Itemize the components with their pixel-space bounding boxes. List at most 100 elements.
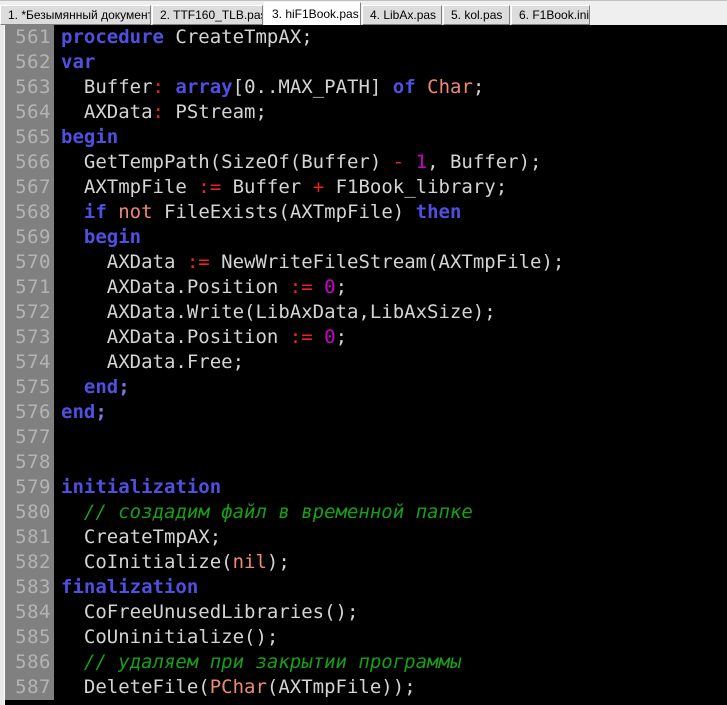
code-line[interactable]: 574 AXData.Free; — [5, 350, 727, 375]
code-text-area[interactable]: 561 procedure CreateTmpAX; 562 var 563 Buffe… — [5, 25, 727, 705]
code-token-plain: CreateTmpAX; — [163, 26, 313, 48]
code-editor[interactable]: 561 procedure CreateTmpAX; 562 var 563 Buffe… — [0, 25, 727, 705]
code-token-plain: , Buffer); — [427, 151, 542, 173]
code-line[interactable]: 585 CoUninitialize(); — [5, 625, 727, 650]
code-token-kw: end — [61, 401, 96, 423]
editor-tab-bar[interactable]: 1. *Безымянный документ* 2. TTF160_TLB.pa… — [0, 0, 727, 25]
code-line[interactable]: 561 procedure CreateTmpAX; — [5, 25, 727, 50]
editor-tab-4[interactable]: 4. LibAx.pas — [362, 5, 442, 25]
editor-tab-2[interactable]: 2. TTF160_TLB.pas — [152, 5, 263, 25]
code-line-text[interactable]: AXData.Free; — [54, 350, 727, 375]
code-token-type: nil — [232, 551, 267, 573]
code-line-text[interactable]: end; — [54, 400, 727, 425]
code-line-text[interactable]: CoFreeUnusedLibraries(); — [54, 600, 727, 625]
code-line-text[interactable]: GetTempPath(SizeOf(Buffer) - 1, Buffer); — [54, 150, 727, 175]
code-line[interactable]: 566 GetTempPath(SizeOf(Buffer) - 1, Buff… — [5, 150, 727, 175]
code-line[interactable]: 569 begin — [5, 225, 727, 250]
code-token-kw: begin — [83, 226, 142, 248]
code-line-text[interactable]: begin — [54, 125, 727, 150]
code-line[interactable]: 578 — [5, 450, 727, 475]
code-token-plain: AXTmpFile — [61, 176, 199, 198]
code-line-text[interactable]: if not FileExists(AXTmpFile) then — [54, 200, 727, 225]
code-line[interactable]: 567 AXTmpFile := Buffer + F1Book_library… — [5, 175, 727, 200]
line-number: 573 — [5, 325, 54, 350]
code-line[interactable]: 586 // удаляем при закрытии программы — [5, 650, 727, 675]
code-line-text[interactable]: var — [54, 50, 727, 75]
editor-tab-3[interactable]: 3. hiF1Book.pas — [264, 2, 361, 25]
code-token-kw: var — [61, 51, 96, 73]
code-line-text[interactable]: initialization — [54, 475, 727, 500]
code-token-plain: Buffer — [221, 176, 313, 198]
code-line-text[interactable]: DeleteFile(PChar(AXTmpFile)); — [54, 675, 727, 700]
code-token-plain: ; — [472, 76, 485, 98]
code-line[interactable]: 576 end; — [5, 400, 727, 425]
code-token-kw: if — [83, 201, 107, 223]
code-line-text[interactable]: end; — [54, 375, 727, 400]
code-line-text[interactable]: AXData.Position := 0; — [54, 325, 727, 350]
line-number: 562 — [5, 50, 54, 75]
line-number: 571 — [5, 275, 54, 300]
code-line-text[interactable]: Buffer: array[0..MAX_PATH] of Char; — [54, 75, 727, 100]
code-line[interactable]: 572 AXData.Write(LibAxData,LibAxSize); — [5, 300, 727, 325]
code-line-text[interactable]: AXData.Position := 0; — [54, 275, 727, 300]
line-number: 564 — [5, 100, 54, 125]
code-line[interactable]: 575 end; — [5, 375, 727, 400]
code-line[interactable]: 565 begin — [5, 125, 727, 150]
code-line-text[interactable] — [54, 425, 727, 450]
code-line-text[interactable]: CoUninitialize(); — [54, 625, 727, 650]
code-line-text[interactable]: begin — [54, 225, 727, 250]
code-token-kw: array — [175, 76, 233, 98]
code-line-text[interactable]: CreateTmpAX; — [54, 525, 727, 550]
code-line[interactable]: 568 if not FileExists(AXTmpFile) then — [5, 200, 727, 225]
code-line[interactable]: 562 var — [5, 50, 727, 75]
code-line[interactable]: 564 AXData: PStream; — [5, 100, 727, 125]
code-token-kw: procedure — [61, 26, 164, 48]
code-line[interactable]: 573 AXData.Position := 0; — [5, 325, 727, 350]
code-token-plain: CoInitialize( — [61, 551, 233, 573]
code-token-type: not — [118, 201, 153, 223]
editor-tab-6[interactable]: 6. F1Book.ini — [511, 5, 590, 25]
code-line-text[interactable]: finalization — [54, 575, 727, 600]
code-line[interactable]: 584 CoFreeUnusedLibraries(); — [5, 600, 727, 625]
code-line[interactable]: 577 — [5, 425, 727, 450]
code-token-plain: AXData.Position — [61, 276, 290, 298]
code-token-op: := — [289, 326, 313, 348]
code-line-text[interactable]: // удаляем при закрытии программы — [54, 650, 727, 675]
code-line[interactable]: 570 AXData := NewWriteFileStream(AXTmpFi… — [5, 250, 727, 275]
code-line-text[interactable]: CoInitialize(nil); — [54, 550, 727, 575]
code-token-kw: then — [415, 201, 462, 223]
code-line[interactable]: 571 AXData.Position := 0; — [5, 275, 727, 300]
editor-tab-5[interactable]: 5. kol.pas — [443, 5, 510, 25]
code-token-op: : — [152, 101, 164, 123]
code-line[interactable]: 582 CoInitialize(nil); — [5, 550, 727, 575]
code-token-kwpunct: ; — [118, 376, 130, 398]
code-token-plain: Buffer — [61, 76, 153, 98]
code-line[interactable]: 587 DeleteFile(PChar(AXTmpFile)); — [5, 675, 727, 700]
code-line[interactable]: 580 // создадим файл в временной папке — [5, 500, 727, 525]
code-line[interactable]: 581 CreateTmpAX; — [5, 525, 727, 550]
code-token-plain: [0..MAX_PATH] — [232, 76, 393, 98]
code-token-op: := — [289, 276, 313, 298]
code-line-text[interactable]: AXData := NewWriteFileStream(AXTmpFile); — [54, 250, 727, 275]
line-number: 577 — [5, 425, 54, 450]
line-number: 580 — [5, 500, 54, 525]
code-line[interactable]: 563 Buffer: array[0..MAX_PATH] of Char; — [5, 75, 727, 100]
editor-tab-1[interactable]: 1. *Безымянный документ* — [0, 5, 151, 25]
code-line-text[interactable]: AXData.Write(LibAxData,LibAxSize); — [54, 300, 727, 325]
code-line-text[interactable]: // создадим файл в временной папке — [54, 500, 727, 525]
code-line[interactable]: 579 initialization — [5, 475, 727, 500]
code-line-text[interactable]: procedure CreateTmpAX; — [54, 25, 727, 50]
code-token-plain: CreateTmpAX; — [61, 526, 222, 548]
line-number: 575 — [5, 375, 54, 400]
code-token-plain: AXData.Position — [61, 326, 290, 348]
code-line[interactable]: 583 finalization — [5, 575, 727, 600]
code-line-text[interactable] — [54, 450, 727, 475]
code-token-plain: F1Book_library; — [324, 176, 508, 198]
code-line-text[interactable]: AXTmpFile := Buffer + F1Book_library; — [54, 175, 727, 200]
code-line-text[interactable]: AXData: PStream; — [54, 100, 727, 125]
